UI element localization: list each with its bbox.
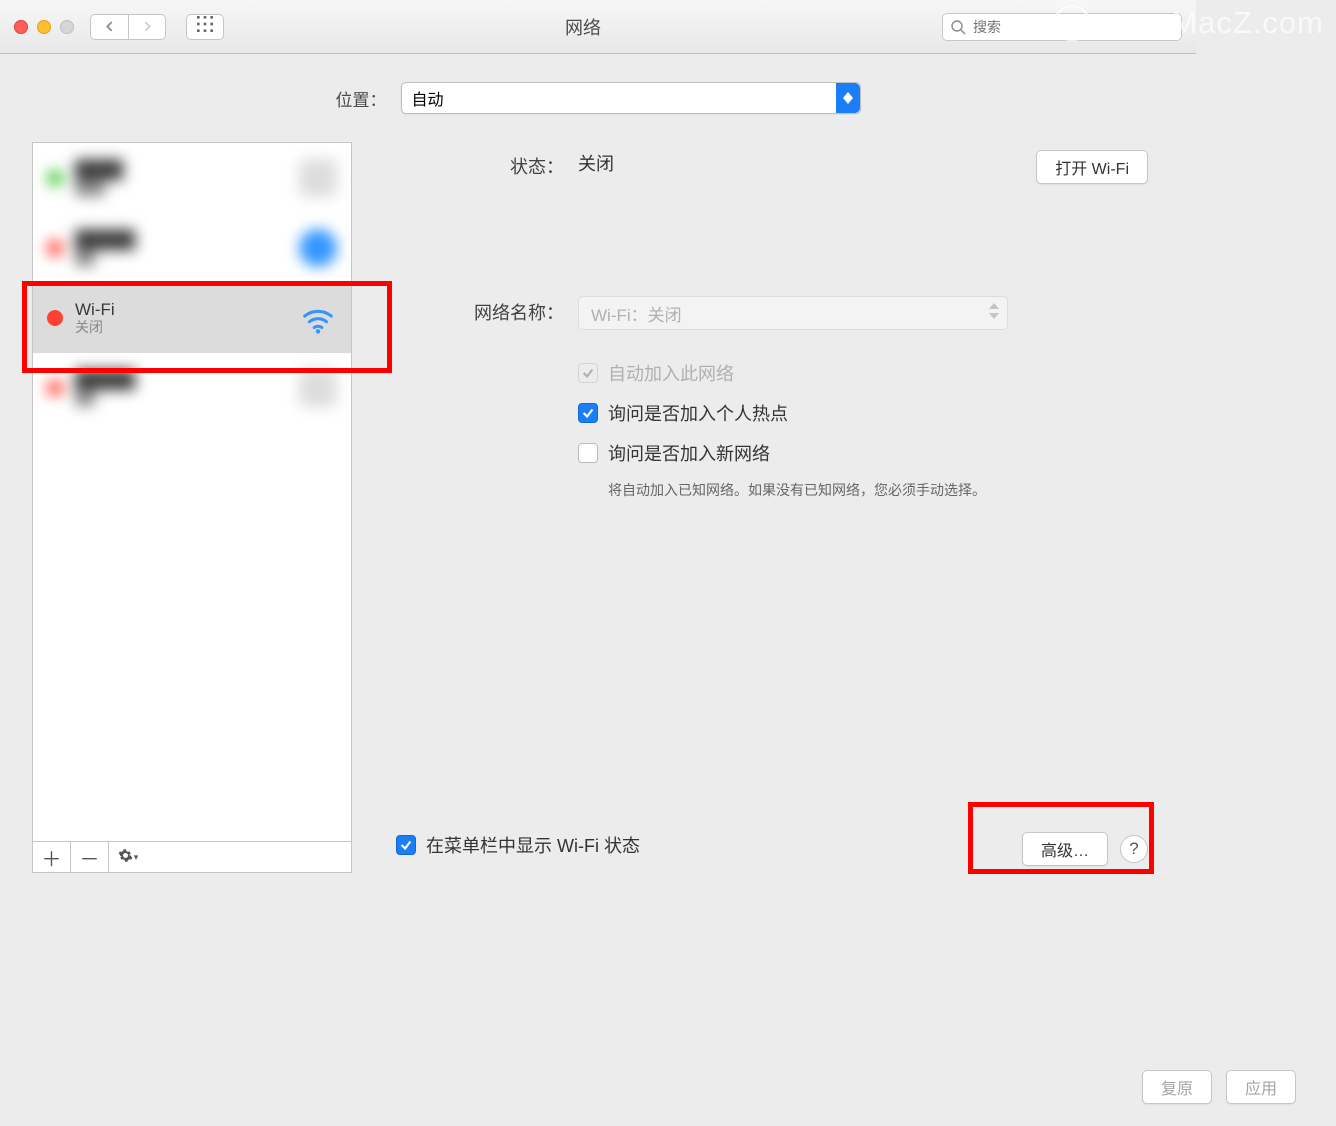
status-dot bbox=[47, 170, 63, 186]
gear-icon bbox=[118, 846, 133, 869]
remove-interface-button[interactable]: － bbox=[71, 842, 109, 872]
list-item[interactable]: ███████ bbox=[33, 213, 351, 283]
watermark: www.MacZ.com bbox=[1053, 4, 1324, 42]
show-menubar-checkbox-row[interactable]: 在菜单栏中显示 Wi-Fi 状态 bbox=[396, 832, 640, 858]
location-label: 位置： bbox=[336, 86, 387, 111]
dropdown-arrows-icon bbox=[836, 83, 860, 113]
show-menubar-checkbox[interactable] bbox=[396, 835, 416, 855]
zoom-window-button[interactable] bbox=[60, 20, 74, 34]
list-item[interactable]: ███████ bbox=[33, 353, 351, 423]
ask-new-hint: 将自动加入已知网络。如果没有已知网络，您必须手动选择。 bbox=[608, 480, 1008, 501]
revert-button[interactable]: 复原 bbox=[1142, 1070, 1212, 1104]
actions-menu-button[interactable]: ▾ bbox=[109, 842, 147, 872]
add-interface-button[interactable]: ＋ bbox=[33, 842, 71, 872]
details-pane: 状态： 关闭 打开 Wi-Fi 网络名称： Wi-Fi：关闭 bbox=[368, 142, 1164, 882]
wifi-icon bbox=[299, 299, 337, 337]
dropdown-arrows-icon bbox=[989, 302, 999, 320]
apply-button[interactable]: 应用 bbox=[1226, 1070, 1296, 1104]
sidebar-item-wifi[interactable]: Wi-Fi 关闭 bbox=[33, 283, 351, 353]
interface-status: 关闭 bbox=[75, 319, 287, 335]
status-dot bbox=[47, 240, 63, 256]
ask-hotspot-checkbox[interactable] bbox=[578, 403, 598, 423]
auto-join-checkbox-row: 自动加入此网络 bbox=[578, 360, 1148, 386]
close-window-button[interactable] bbox=[14, 20, 28, 34]
show-all-button[interactable] bbox=[186, 14, 224, 40]
help-button[interactable]: ? bbox=[1120, 835, 1148, 863]
location-value: 自动 bbox=[412, 86, 444, 110]
ask-new-checkbox[interactable] bbox=[578, 443, 598, 463]
watermark-icon bbox=[1053, 4, 1091, 42]
status-dot bbox=[47, 310, 63, 326]
advanced-button[interactable]: 高级… bbox=[1022, 832, 1108, 866]
location-row: 位置： 自动 bbox=[0, 54, 1196, 142]
forward-button[interactable] bbox=[128, 14, 166, 40]
search-icon bbox=[950, 19, 966, 35]
location-dropdown[interactable]: 自动 bbox=[401, 82, 861, 114]
status-dot bbox=[47, 380, 63, 396]
minimize-window-button[interactable] bbox=[37, 20, 51, 34]
interface-list: ███████ ███████ Wi-Fi 关闭 █████ bbox=[32, 142, 352, 842]
traffic-lights bbox=[14, 20, 74, 34]
list-item[interactable]: ███████ bbox=[33, 143, 351, 213]
back-button[interactable] bbox=[90, 14, 128, 40]
auto-join-checkbox bbox=[578, 363, 598, 383]
ask-new-checkbox-row[interactable]: 询问是否加入新网络 bbox=[578, 440, 1148, 466]
footer-buttons: 复原 应用 bbox=[1142, 1070, 1296, 1104]
ask-hotspot-label: 询问是否加入个人热点 bbox=[608, 400, 788, 426]
network-name-value: Wi-Fi：关闭 bbox=[591, 301, 682, 326]
auto-join-label: 自动加入此网络 bbox=[608, 360, 734, 386]
window-title: 网络 bbox=[234, 14, 932, 40]
list-toolbar: ＋ － ▾ bbox=[32, 842, 352, 873]
ask-new-label: 询问是否加入新网络 bbox=[608, 440, 770, 466]
show-menubar-label: 在菜单栏中显示 Wi-Fi 状态 bbox=[426, 832, 640, 858]
status-label: 状态： bbox=[368, 150, 578, 179]
titlebar: 网络 bbox=[0, 0, 1196, 54]
turn-on-wifi-button[interactable]: 打开 Wi-Fi bbox=[1036, 150, 1148, 184]
nav-buttons bbox=[90, 14, 166, 40]
main-area: ███████ ███████ Wi-Fi 关闭 █████ bbox=[0, 142, 1196, 902]
network-name-dropdown: Wi-Fi：关闭 bbox=[578, 296, 1008, 330]
network-name-label: 网络名称： bbox=[368, 296, 578, 325]
sidebar-column: ███████ ███████ Wi-Fi 关闭 █████ bbox=[32, 142, 352, 882]
interface-name: Wi-Fi bbox=[75, 300, 287, 320]
ask-hotspot-checkbox-row[interactable]: 询问是否加入个人热点 bbox=[578, 400, 1148, 426]
status-value: 关闭 bbox=[578, 150, 614, 184]
grid-icon bbox=[197, 16, 213, 37]
